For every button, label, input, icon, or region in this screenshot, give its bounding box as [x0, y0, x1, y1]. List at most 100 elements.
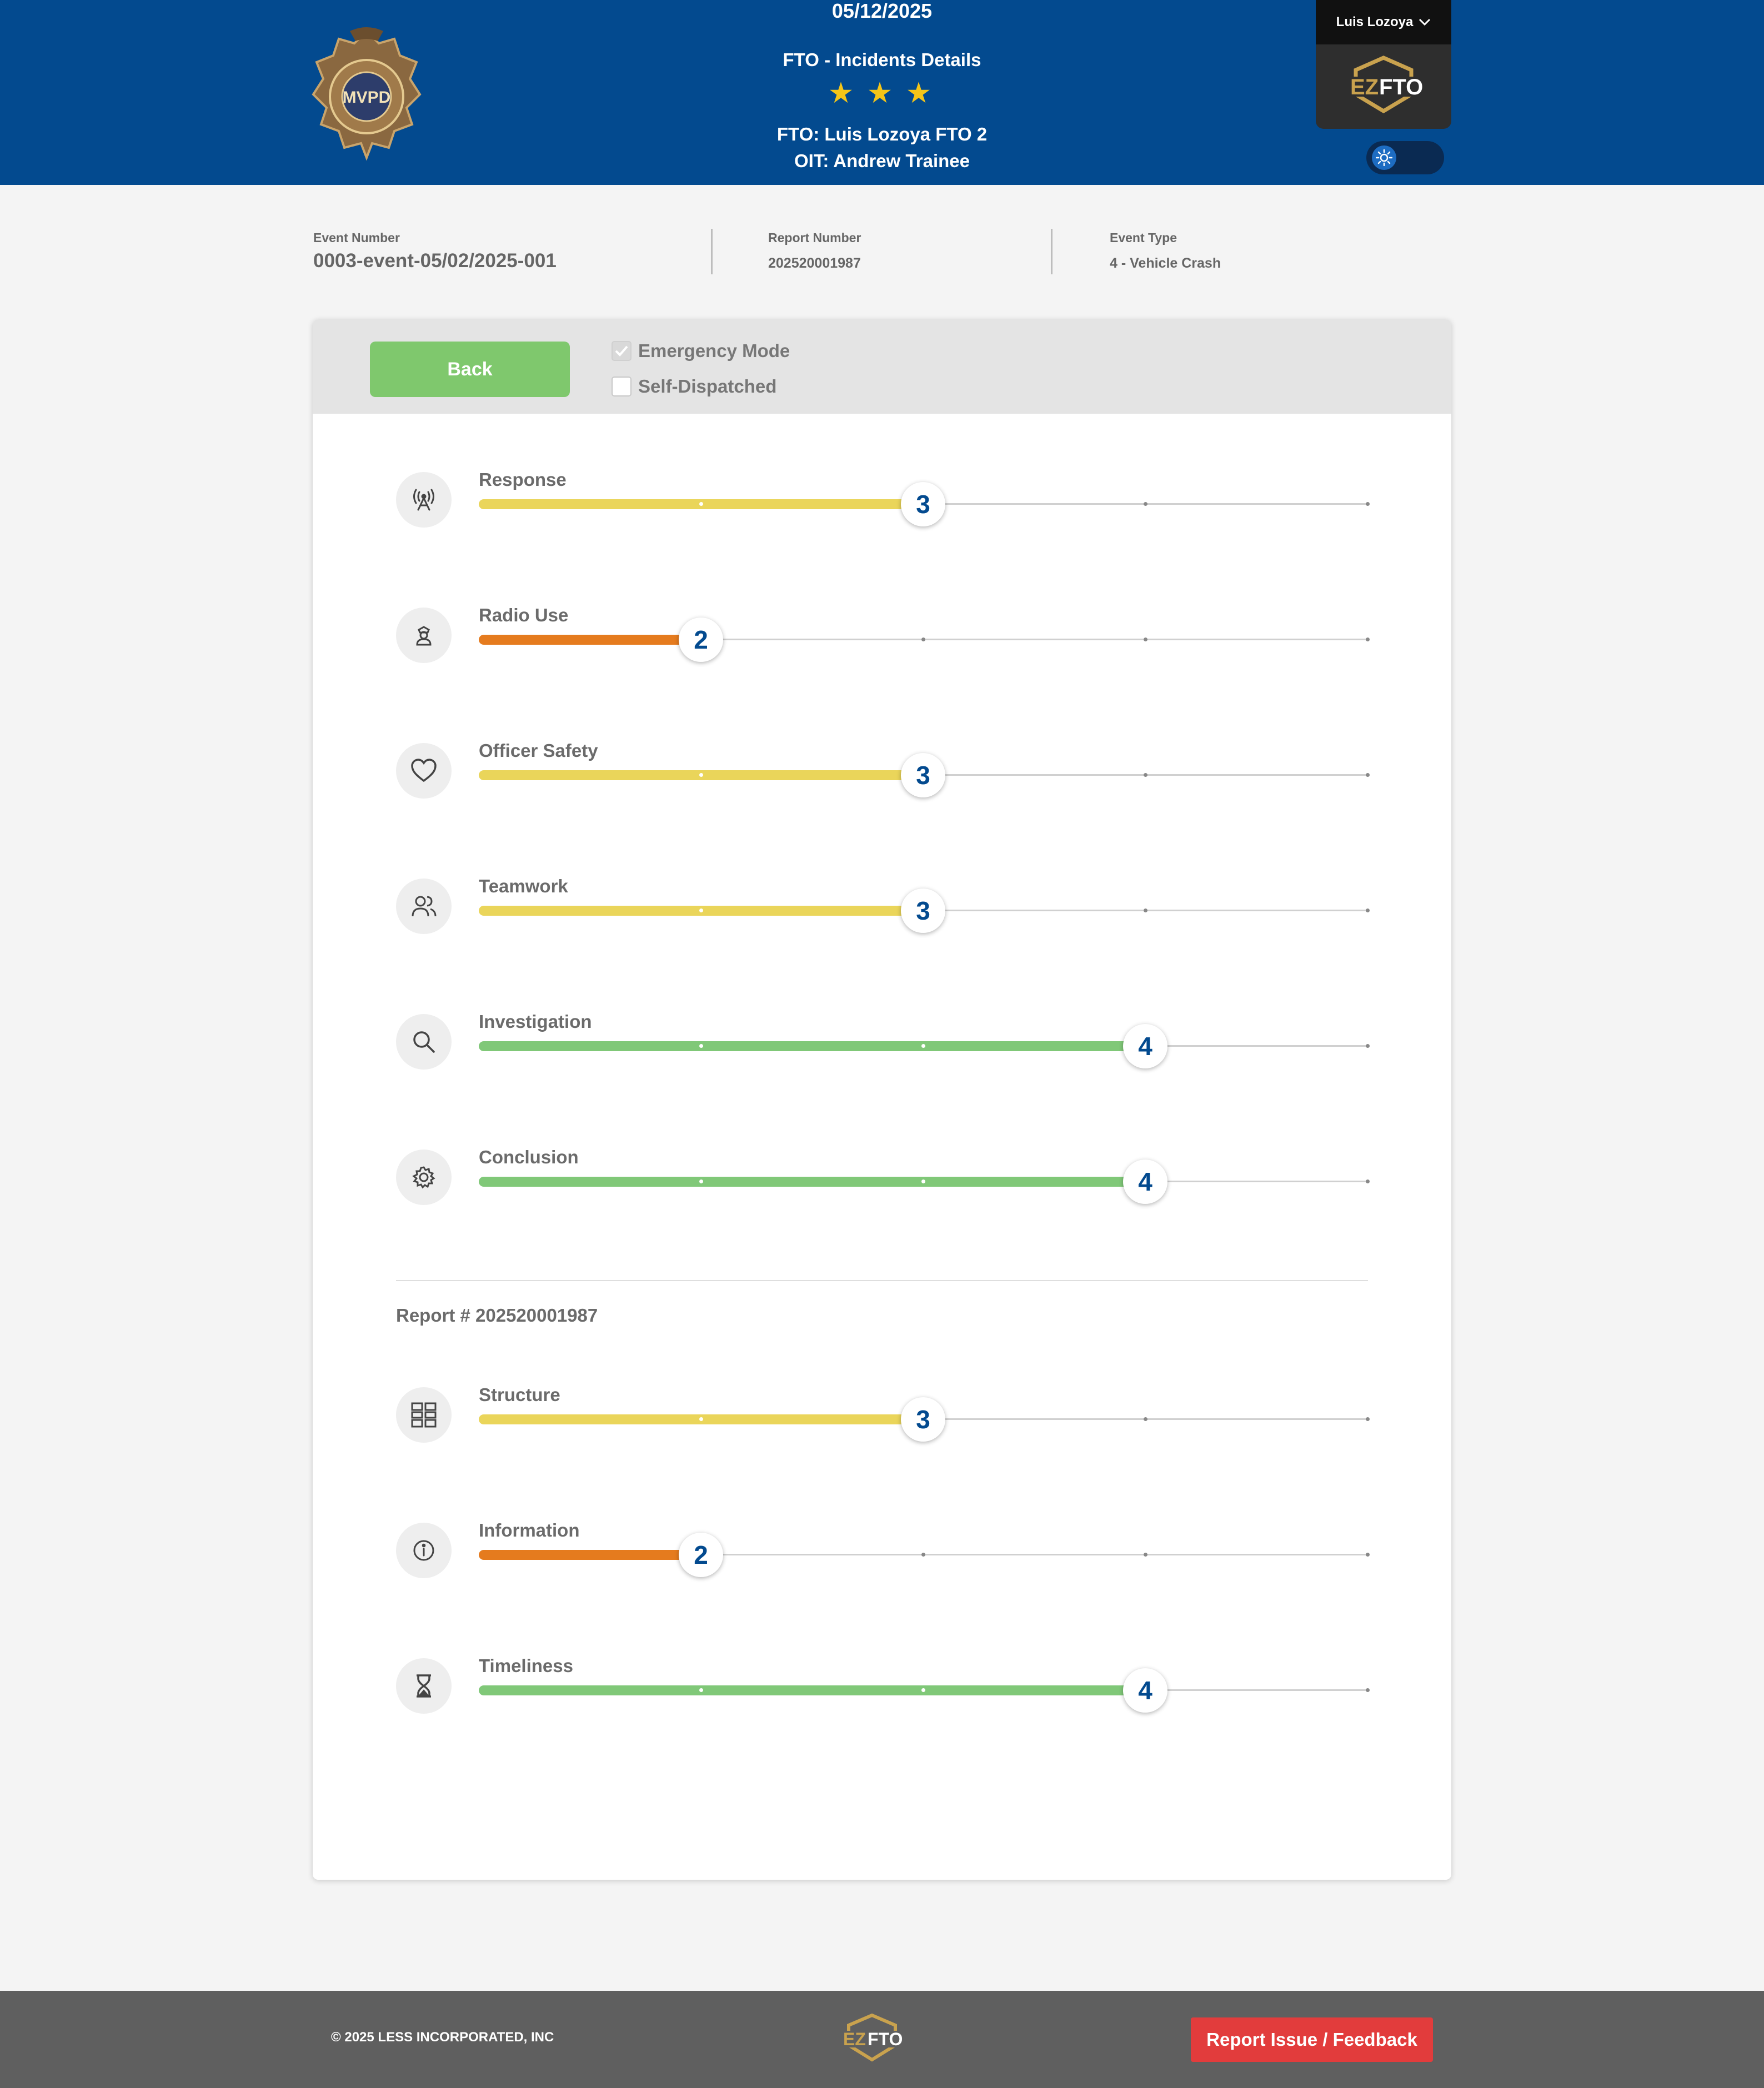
rating-step-dot: [921, 1179, 925, 1183]
rating-fill: [479, 1041, 1145, 1051]
page-title: FTO - Incidents Details: [783, 49, 981, 70]
rating-step-dot: [699, 909, 703, 912]
rating-step-dot: [1365, 1179, 1370, 1183]
criterion-radio-use: Radio Use 2: [396, 605, 1396, 671]
rating-knob[interactable]: 3: [901, 889, 945, 933]
rating-knob[interactable]: 4: [1123, 1024, 1167, 1068]
criterion-label: Investigation: [479, 1011, 592, 1032]
criterion-label: Information: [479, 1520, 580, 1540]
rating-step-dot: [1143, 773, 1147, 777]
criterion-timeliness: Timeliness 4: [396, 1655, 1396, 1722]
rating-step-dot: [1365, 638, 1370, 641]
emergency-mode-checkbox[interactable]: Emergency Mode: [612, 340, 790, 362]
theme-toggle[interactable]: [1366, 141, 1444, 174]
svg-text:EZ: EZ: [1350, 75, 1379, 99]
badge-text: MVPD: [343, 88, 391, 107]
criterion-label: Teamwork: [479, 876, 568, 896]
divider: [711, 229, 713, 274]
criterion-teamwork: Teamwork 3: [396, 876, 1396, 942]
users-icon: [396, 879, 452, 934]
rating-step-dot: [699, 1044, 703, 1048]
rating-knob[interactable]: 2: [679, 618, 723, 662]
ezfto-footer-logo: EZ FTO: [842, 2013, 903, 2062]
event-type-label: Event Type: [1110, 230, 1177, 245]
rating-step-dot: [699, 1688, 703, 1692]
checkbox-unchecked[interactable]: [612, 377, 632, 396]
rating-fill: [479, 635, 701, 645]
rating-step-dot: [1365, 1417, 1370, 1421]
police-badge-logo: MVPD: [312, 27, 422, 161]
criterion-response: Response 3: [396, 469, 1396, 536]
criterion-label: Officer Safety: [479, 740, 598, 761]
criterion-information: Information 2: [396, 1520, 1396, 1587]
fto-name: FTO: Luis Lozoya FTO 2: [776, 124, 988, 144]
rating-step-dot: [921, 638, 925, 641]
rating-step-dot: [1143, 1553, 1147, 1557]
criterion-investigation: Investigation 4: [396, 1011, 1396, 1078]
rating-step-dot: [921, 1553, 925, 1557]
oit-name: OIT: Andrew Trainee: [794, 150, 970, 171]
rating-fill: [479, 1685, 1145, 1695]
report-number-label: Report Number: [768, 230, 861, 245]
rating-step-dot: [1143, 638, 1147, 641]
user-name: Luis Lozoya: [1336, 14, 1414, 29]
rating-step-dot: [1365, 1044, 1370, 1048]
svg-text:EZ: EZ: [843, 2029, 866, 2049]
card-toolbar: Back Emergency Mode Self-Dispatched: [313, 319, 1451, 414]
criterion-label: Timeliness: [479, 1655, 573, 1676]
rating-knob[interactable]: 3: [901, 753, 945, 797]
criterion-label: Response: [479, 469, 567, 490]
criterion-structure: Structure 3: [396, 1384, 1396, 1451]
heart-icon: [396, 743, 452, 799]
criterion-label: Radio Use: [479, 605, 569, 625]
back-button[interactable]: Back: [370, 342, 570, 397]
criterion-conclusion: Conclusion 4: [396, 1147, 1396, 1213]
app-header: MVPD 05/12/2025 FTO - Incidents Details …: [0, 0, 1764, 185]
emergency-mode-label: Emergency Mode: [638, 340, 790, 361]
info-icon: [396, 1523, 452, 1578]
rating-step-dot: [1365, 1688, 1370, 1692]
event-type-value: 4 - Vehicle Crash: [1110, 255, 1221, 271]
report-number-value: 202520001987: [768, 255, 861, 271]
self-dispatched-label: Self-Dispatched: [638, 376, 777, 396]
criterion-officer-safety: Officer Safety 3: [396, 740, 1396, 807]
rating-step-dot: [1365, 909, 1370, 912]
report-issue-button[interactable]: Report Issue / Feedback: [1191, 2017, 1433, 2062]
search-icon: [396, 1014, 452, 1070]
rating-step-dot: [1365, 773, 1370, 777]
gear-icon: [396, 1150, 452, 1205]
rating-step-dot: [699, 773, 703, 777]
header-date: 05/12/2025: [831, 0, 933, 22]
rating-step-dot: [699, 1179, 703, 1183]
sun-icon: [1372, 145, 1396, 170]
user-dropdown[interactable]: Luis Lozoya: [1316, 0, 1451, 44]
self-dispatched-checkbox[interactable]: Self-Dispatched: [612, 376, 776, 397]
rating-fill: [479, 1550, 701, 1560]
rating-knob[interactable]: 2: [679, 1533, 723, 1577]
rating-knob[interactable]: 4: [1123, 1668, 1167, 1713]
copyright: © 2025 LESS INCORPORATED, INC: [331, 2030, 554, 2045]
rating-knob[interactable]: 3: [901, 482, 945, 526]
app-footer: © 2025 LESS INCORPORATED, INC EZ FTO Rep…: [0, 1991, 1764, 2088]
criterion-label: Structure: [479, 1384, 560, 1405]
rating-step-dot: [699, 502, 703, 506]
rating-step-dot: [1143, 502, 1147, 506]
rating-knob[interactable]: 4: [1123, 1160, 1167, 1204]
ezfto-logo: EZ FTO: [1350, 56, 1422, 114]
checkbox-checked[interactable]: [612, 341, 632, 361]
antenna-icon: [396, 472, 452, 528]
user-menu: Luis Lozoya EZ FTO: [1316, 0, 1451, 129]
event-number-value: 0003-event-05/02/2025-001: [313, 250, 557, 272]
section-divider: [396, 1280, 1368, 1281]
svg-text:FTO: FTO: [868, 2029, 903, 2049]
rating-step-dot: [1365, 502, 1370, 506]
rating-step-dot: [1143, 909, 1147, 912]
rating-step-dot: [921, 1688, 925, 1692]
rating-knob[interactable]: 3: [901, 1397, 945, 1442]
chevron-down-icon: [1419, 18, 1431, 26]
rating-step-dot: [1365, 1553, 1370, 1557]
officer-icon: [396, 608, 452, 663]
svg-text:FTO: FTO: [1379, 75, 1422, 99]
rating-fill: [479, 1177, 1145, 1187]
rating-step-dot: [921, 1044, 925, 1048]
